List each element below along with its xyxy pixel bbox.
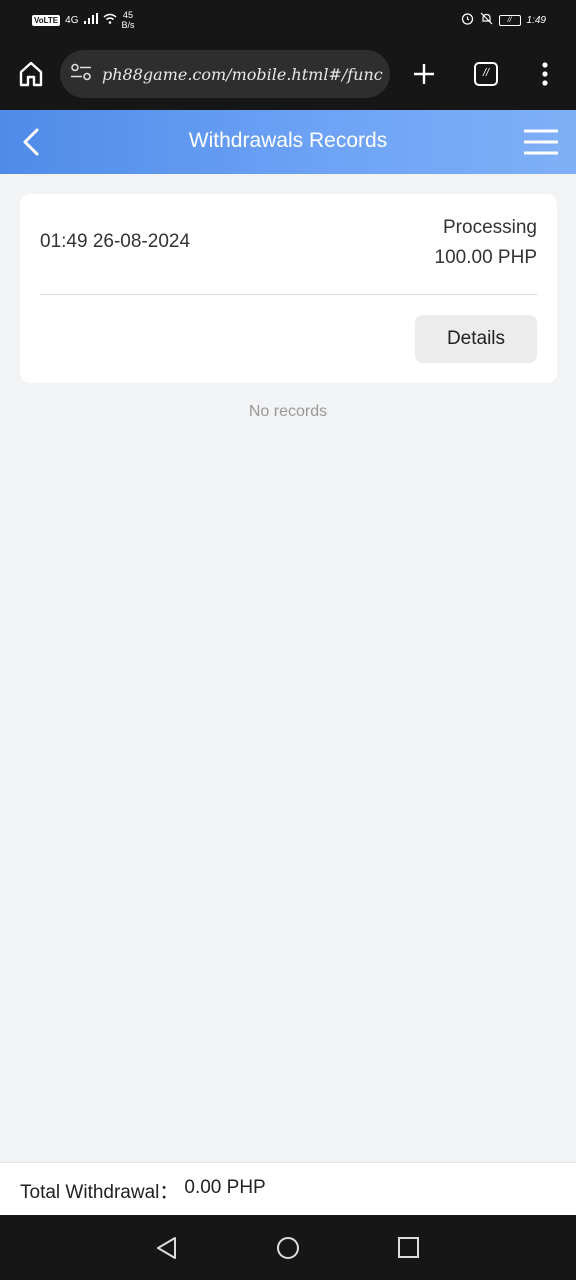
nav-recents-icon[interactable] (396, 1235, 422, 1261)
menu-icon[interactable] (523, 128, 559, 156)
status-left: VoLTE 4G 45 B/s (32, 10, 135, 30)
site-settings-icon[interactable] (70, 63, 92, 86)
status-right: // 1:49 (461, 12, 546, 28)
total-label: Total Withdrawal： (20, 1182, 179, 1203)
withdrawal-record-card: 01:49 26-08-2024 Processing 100.00 PHP D… (20, 194, 557, 383)
nav-back-icon[interactable] (154, 1235, 180, 1261)
url-bar[interactable]: ph88game.com/mobile.html#/func (60, 50, 390, 98)
system-nav-bar (0, 1215, 576, 1280)
record-status: Processing (443, 217, 537, 238)
network-type: 4G (65, 14, 79, 26)
signal-icon (83, 13, 98, 27)
status-bar: VoLTE 4G 45 B/s // 1:49 (0, 0, 576, 40)
new-tab-icon[interactable] (412, 62, 436, 91)
volte-badge: VoLTE (32, 14, 61, 26)
net-speed: 45 B/s (122, 10, 135, 30)
wifi-icon (103, 13, 117, 27)
status-time: 1:49 (526, 14, 546, 26)
more-options-icon[interactable] (541, 62, 549, 91)
record-amount: 100.00 PHP (434, 247, 537, 268)
total-value: 0.00 PHP (184, 1177, 266, 1198)
record-time: 01:49 26-08-2024 (40, 231, 191, 252)
url-text[interactable]: ph88game.com/mobile.html#/func (102, 65, 383, 84)
net-speed-unit: B/s (121, 20, 135, 30)
alarm-icon (461, 12, 474, 28)
total-withdrawal-bar: Total Withdrawal： 0.00 PHP (0, 1162, 576, 1215)
page-title: Withdrawals Records (188, 129, 388, 152)
battery-icon: // (498, 14, 521, 26)
empty-message: No records (248, 403, 328, 420)
home-icon[interactable] (18, 60, 44, 93)
details-button[interactable]: Details (415, 315, 537, 363)
record-divider (40, 294, 537, 295)
browser-toolbar: ph88game.com/mobile.html#/func // (0, 40, 576, 110)
total-withdrawal: Total Withdrawal： 0.00 PHP (20, 1177, 266, 1204)
net-speed-value: 45 (123, 10, 134, 20)
tab-switcher-icon[interactable]: // (474, 62, 498, 86)
nav-home-icon[interactable] (275, 1235, 301, 1261)
app-header: Withdrawals Records (0, 110, 576, 174)
mute-icon (480, 12, 493, 28)
